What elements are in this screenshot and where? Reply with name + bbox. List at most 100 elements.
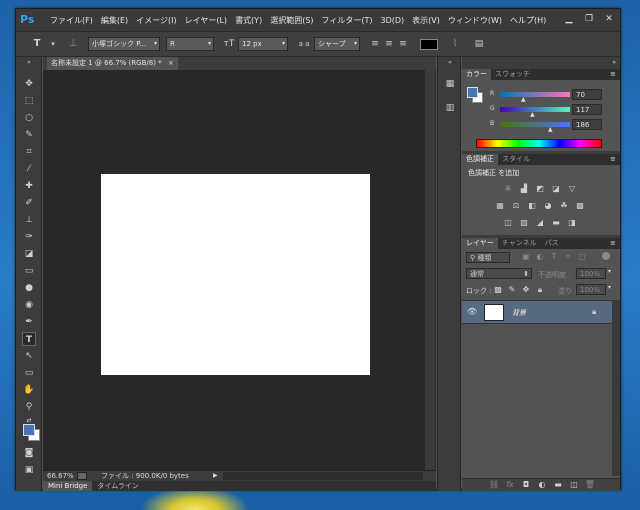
filter-shape-icon[interactable]: ⌗ — [562, 252, 574, 262]
tab-styles[interactable]: スタイル — [498, 154, 534, 165]
filter-smart-object-icon[interactable]: ▢ — [576, 252, 588, 262]
history-panel-icon[interactable]: ▦ — [443, 77, 457, 91]
new-adjustment-layer-icon[interactable]: ◐ — [536, 480, 548, 490]
history-brush-tool-icon[interactable]: ✑ — [22, 230, 36, 244]
panel-menu-icon[interactable]: ≡ — [610, 155, 616, 163]
g-slider[interactable] — [500, 107, 570, 112]
warp-text-icon[interactable]: ⌇ — [448, 37, 462, 51]
crop-tool-icon[interactable]: ⌗ — [22, 145, 36, 159]
type-tool-icon[interactable]: T — [30, 37, 44, 51]
horizontal-scrollbar[interactable] — [223, 472, 423, 480]
fill-input[interactable]: 100% — [576, 284, 606, 295]
lock-image-icon[interactable]: ✎ — [506, 285, 518, 295]
text-orientation-icon[interactable]: ⊥ — [66, 37, 80, 51]
menu-file[interactable]: ファイル(F) — [50, 15, 93, 26]
align-center-icon[interactable]: ≡ — [382, 37, 396, 51]
align-right-icon[interactable]: ≡ — [396, 37, 410, 51]
threshold-icon[interactable]: ◢ — [534, 218, 546, 228]
menu-select[interactable]: 選択範囲(S) — [270, 15, 313, 26]
lock-transparent-icon[interactable]: ▩ — [492, 285, 504, 295]
canvas[interactable] — [101, 174, 370, 375]
link-layers-icon[interactable]: ⛓︎ — [488, 480, 500, 490]
filter-type-icon[interactable]: T — [548, 252, 560, 262]
layer-filter-select[interactable]: ⚲ 種類 — [466, 252, 510, 263]
layer-style-icon[interactable]: fx — [504, 480, 516, 490]
collapse-arrows-icon[interactable]: « — [443, 59, 457, 67]
color-spectrum-ramp[interactable] — [476, 139, 602, 148]
collapse-arrows-icon[interactable]: » — [612, 59, 616, 66]
clone-stamp-tool-icon[interactable]: ⊥ — [22, 213, 36, 227]
close-icon[interactable]: × — [168, 59, 174, 67]
tab-channels[interactable]: チャンネル — [498, 238, 541, 249]
menu-filter[interactable]: フィルター(T) — [322, 15, 373, 26]
tab-timeline[interactable]: タイムライン — [92, 481, 144, 491]
color-balance-icon[interactable]: ⚖ — [510, 201, 522, 211]
b-value[interactable]: 186 — [572, 119, 602, 130]
lock-all-icon[interactable]: 🔒︎ — [534, 285, 546, 295]
pen-tool-icon[interactable]: ✒ — [22, 315, 36, 329]
brightness-contrast-icon[interactable]: ☼ — [502, 184, 514, 194]
menu-window[interactable]: ウィンドウ(W) — [448, 15, 502, 26]
eyedropper-tool-icon[interactable]: ⁄ — [22, 162, 36, 176]
properties-panel-icon[interactable]: ▥ — [443, 101, 457, 115]
vibrance-icon[interactable]: ▽ — [566, 184, 578, 194]
exposure-icon[interactable]: ◪ — [550, 184, 562, 194]
vertical-scrollbar[interactable] — [425, 70, 435, 470]
path-selection-tool-icon[interactable]: ↖ — [22, 349, 36, 363]
menu-3d[interactable]: 3D(D) — [381, 16, 405, 25]
blend-mode-select[interactable]: 通常 ⬍ — [466, 268, 532, 279]
ps-app-icon[interactable]: Ps — [20, 12, 42, 28]
restore-icon[interactable]: ❐ — [582, 13, 596, 25]
panel-menu-icon[interactable]: ≡ — [610, 239, 616, 247]
gradient-tool-icon[interactable]: ▭ — [22, 264, 36, 278]
layer-name[interactable]: 背景 — [512, 308, 526, 318]
add-mask-icon[interactable]: ◘ — [520, 480, 532, 490]
zoom-tool-icon[interactable]: ⚲ — [22, 400, 36, 414]
eye-icon[interactable]: 👁︎ — [467, 307, 477, 316]
menu-view[interactable]: 表示(V) — [412, 15, 440, 26]
tab-swatches[interactable]: スウォッチ — [491, 69, 534, 80]
character-panel-icon[interactable]: ▤ — [472, 37, 486, 51]
text-color-swatch[interactable] — [420, 39, 438, 50]
screen-mode-icon[interactable]: ▣ — [22, 463, 36, 477]
marquee-tool-icon[interactable]: ⬚ — [22, 94, 36, 108]
r-value[interactable]: 70 — [572, 89, 602, 100]
b-slider[interactable] — [500, 122, 570, 127]
status-icon[interactable] — [77, 472, 87, 480]
font-size-select[interactable]: 12 px ▾ — [238, 37, 288, 51]
antialias-select[interactable]: シャープ ▾ — [314, 37, 360, 51]
g-slider-thumb-icon[interactable]: ▲ — [530, 111, 535, 118]
brush-tool-icon[interactable]: ✐ — [22, 196, 36, 210]
menu-image[interactable]: イメージ(I) — [136, 15, 176, 26]
move-tool-icon[interactable]: ✥ — [22, 77, 36, 91]
levels-icon[interactable]: ▟ — [518, 184, 530, 194]
document-tab[interactable]: 名称未設定 1 @ 66.7% (RGB/8) * × — [47, 57, 178, 70]
opacity-input[interactable]: 100% — [576, 268, 606, 279]
tab-color[interactable]: カラー — [462, 69, 491, 80]
close-icon[interactable]: ✕ — [602, 13, 616, 25]
invert-icon[interactable]: ◫ — [502, 218, 514, 228]
type-tool-icon[interactable]: T — [22, 332, 36, 346]
layer-row[interactable]: 👁︎ 背景 🔒︎ — [462, 300, 612, 324]
gradient-map-icon[interactable]: ▬ — [550, 218, 562, 228]
g-value[interactable]: 117 — [572, 104, 602, 115]
hand-tool-icon[interactable]: ✋ — [22, 383, 36, 397]
menu-layer[interactable]: レイヤー(L) — [185, 15, 227, 26]
delete-layer-icon[interactable]: 🗑︎ — [584, 480, 596, 490]
status-menu-arrow-icon[interactable]: ▶ — [213, 471, 218, 481]
foreground-color-swatch[interactable] — [467, 87, 478, 98]
posterize-icon[interactable]: ▨ — [518, 218, 530, 228]
chevron-down-icon[interactable]: ▾ — [608, 284, 611, 291]
zoom-level[interactable]: 66.67% — [47, 471, 74, 481]
menu-help[interactable]: ヘルプ(H) — [510, 15, 546, 26]
lock-position-icon[interactable]: ✥ — [520, 285, 532, 295]
new-layer-icon[interactable]: ◫ — [568, 480, 580, 490]
lasso-tool-icon[interactable]: ○ — [22, 111, 36, 125]
selective-color-icon[interactable]: ◨ — [566, 218, 578, 228]
menu-edit[interactable]: 編集(E) — [101, 15, 128, 26]
filter-pixel-icon[interactable]: ▣ — [520, 252, 532, 262]
filter-adjustment-icon[interactable]: ◐ — [534, 252, 546, 262]
b-slider-thumb-icon[interactable]: ▲ — [548, 126, 553, 133]
healing-brush-tool-icon[interactable]: ✚ — [22, 179, 36, 193]
font-style-select[interactable]: R ▾ — [166, 37, 214, 51]
